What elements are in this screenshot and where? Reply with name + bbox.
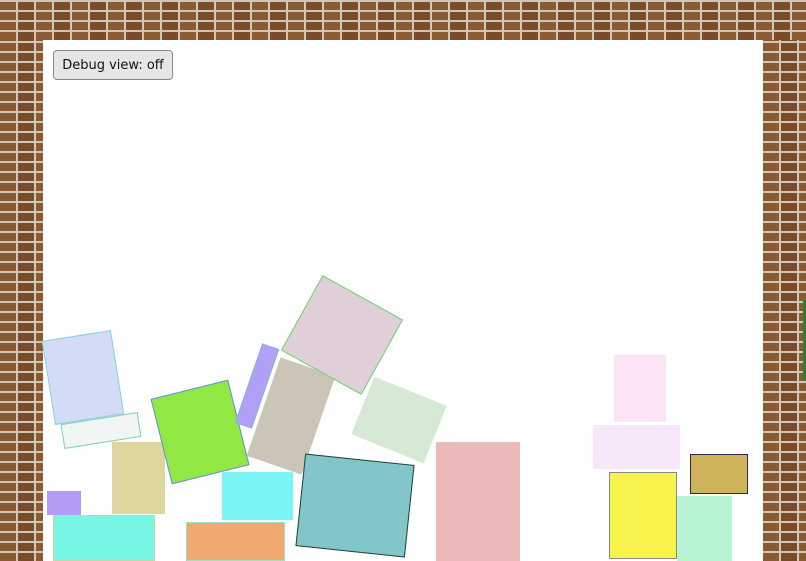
brick-wall-top [0, 0, 806, 40]
brick-wall-right [763, 40, 806, 561]
physics-block[interactable] [222, 472, 293, 520]
physics-block[interactable] [690, 454, 748, 494]
physics-block[interactable] [609, 472, 677, 559]
physics-block[interactable] [112, 442, 165, 514]
physics-block[interactable] [186, 522, 285, 561]
physics-block[interactable] [47, 491, 81, 515]
physics-block[interactable] [677, 496, 732, 561]
physics-block[interactable] [53, 515, 155, 561]
physics-block[interactable] [593, 425, 680, 469]
physics-block[interactable] [41, 330, 125, 425]
brick-wall-left [0, 40, 43, 561]
physics-block[interactable] [295, 453, 415, 558]
debug-view-toggle-button[interactable]: Debug view: off [53, 50, 173, 80]
game-stage: Debug view: off [0, 0, 806, 561]
physics-block[interactable] [614, 355, 666, 422]
physics-block[interactable] [436, 442, 520, 561]
